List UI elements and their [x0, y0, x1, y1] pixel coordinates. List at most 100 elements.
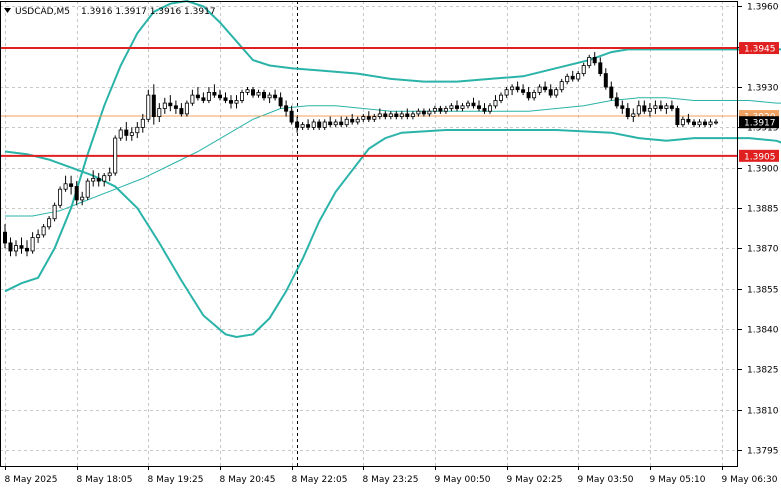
candle-body — [570, 75, 575, 80]
candle-body — [311, 121, 316, 128]
candle — [399, 111, 404, 120]
candle-body — [449, 105, 454, 109]
middle-band-line — [5, 97, 781, 217]
x-tick-label: 9 May 06:30 — [722, 475, 778, 485]
candle — [537, 84, 542, 96]
candle — [256, 89, 261, 98]
candle — [223, 92, 228, 104]
candle — [107, 167, 112, 182]
candle — [493, 95, 498, 109]
candle-body — [603, 73, 608, 88]
candle-body — [41, 226, 46, 236]
candle-body — [13, 245, 18, 252]
level-label: 1.3945 — [744, 45, 776, 55]
candle-body — [454, 105, 459, 109]
candle-body — [52, 204, 57, 220]
candle-body — [592, 57, 597, 64]
candle-body — [250, 89, 255, 96]
candle — [680, 116, 685, 128]
candle — [361, 113, 366, 122]
candle-body — [642, 105, 647, 112]
candle-body — [69, 183, 74, 187]
candle — [460, 103, 465, 112]
candle-body — [201, 97, 206, 101]
candle — [454, 100, 459, 112]
candle — [614, 92, 619, 109]
candle — [300, 122, 305, 130]
candle — [603, 68, 608, 90]
candle-body — [377, 113, 382, 118]
candle-body — [675, 108, 680, 126]
candle-body — [118, 129, 123, 139]
candle — [636, 100, 641, 117]
candle — [168, 95, 173, 112]
candle-body — [273, 94, 278, 99]
candle-body — [217, 94, 222, 99]
candle-body — [146, 94, 151, 120]
candle — [212, 84, 217, 98]
candle — [631, 108, 636, 122]
candle — [471, 97, 476, 109]
candle — [559, 78, 564, 93]
candle-body — [74, 186, 79, 201]
candle-body — [680, 118, 685, 126]
candle — [234, 95, 239, 109]
candle — [465, 100, 470, 109]
candle — [543, 81, 548, 93]
candle — [273, 89, 278, 101]
candle-body — [63, 183, 68, 190]
candle — [405, 108, 410, 120]
collapse-triangle-icon[interactable] — [4, 8, 11, 13]
candle-body — [179, 108, 184, 115]
current-price-label: 1.3917 — [744, 119, 776, 129]
x-tick-label: 9 May 02:25 — [507, 475, 563, 485]
candle — [410, 111, 415, 120]
candle-body — [394, 113, 399, 118]
candle-body — [107, 172, 112, 177]
candle-body — [36, 234, 41, 238]
candle — [306, 119, 311, 130]
candle-body — [339, 121, 344, 126]
candle-body — [124, 129, 129, 136]
candle — [355, 116, 360, 125]
candle-body — [261, 92, 266, 99]
candle — [284, 100, 289, 117]
candle-body — [576, 73, 581, 80]
chart-ohlc-readout: 1.3916 1.3917 1.3916 1.3917 — [81, 7, 216, 17]
candle — [317, 119, 322, 130]
candle — [521, 84, 526, 96]
candle — [19, 237, 24, 254]
candle — [129, 127, 134, 141]
candle — [333, 119, 338, 128]
candle — [36, 229, 41, 243]
candle-body — [24, 247, 29, 252]
candle-body — [256, 92, 261, 96]
candle — [647, 103, 652, 117]
candle — [24, 240, 29, 257]
y-tick-label: 1.3825 — [747, 366, 779, 376]
candle-body — [306, 124, 311, 128]
candle-body — [344, 118, 349, 126]
candle-body — [697, 121, 702, 126]
candle-body — [559, 81, 564, 91]
candle-body — [223, 97, 228, 101]
candle-body — [328, 121, 333, 126]
candle-body — [173, 105, 178, 109]
candle-body — [372, 116, 377, 120]
candle-body — [190, 94, 195, 104]
candle — [179, 103, 184, 117]
candle-body — [471, 102, 476, 107]
candle — [421, 108, 426, 117]
price-levels — [0, 47, 738, 157]
candle-body — [554, 89, 559, 96]
candle-body — [366, 116, 371, 120]
candle-body — [625, 108, 630, 118]
candle — [102, 173, 107, 187]
candle-body — [493, 100, 498, 107]
candle — [58, 186, 63, 208]
candle — [261, 89, 266, 101]
x-tick-label: 9 May 00:50 — [435, 475, 491, 485]
chart-grid — [0, 1, 738, 466]
y-tick-label: 1.3795 — [747, 447, 779, 457]
candle — [245, 87, 250, 96]
